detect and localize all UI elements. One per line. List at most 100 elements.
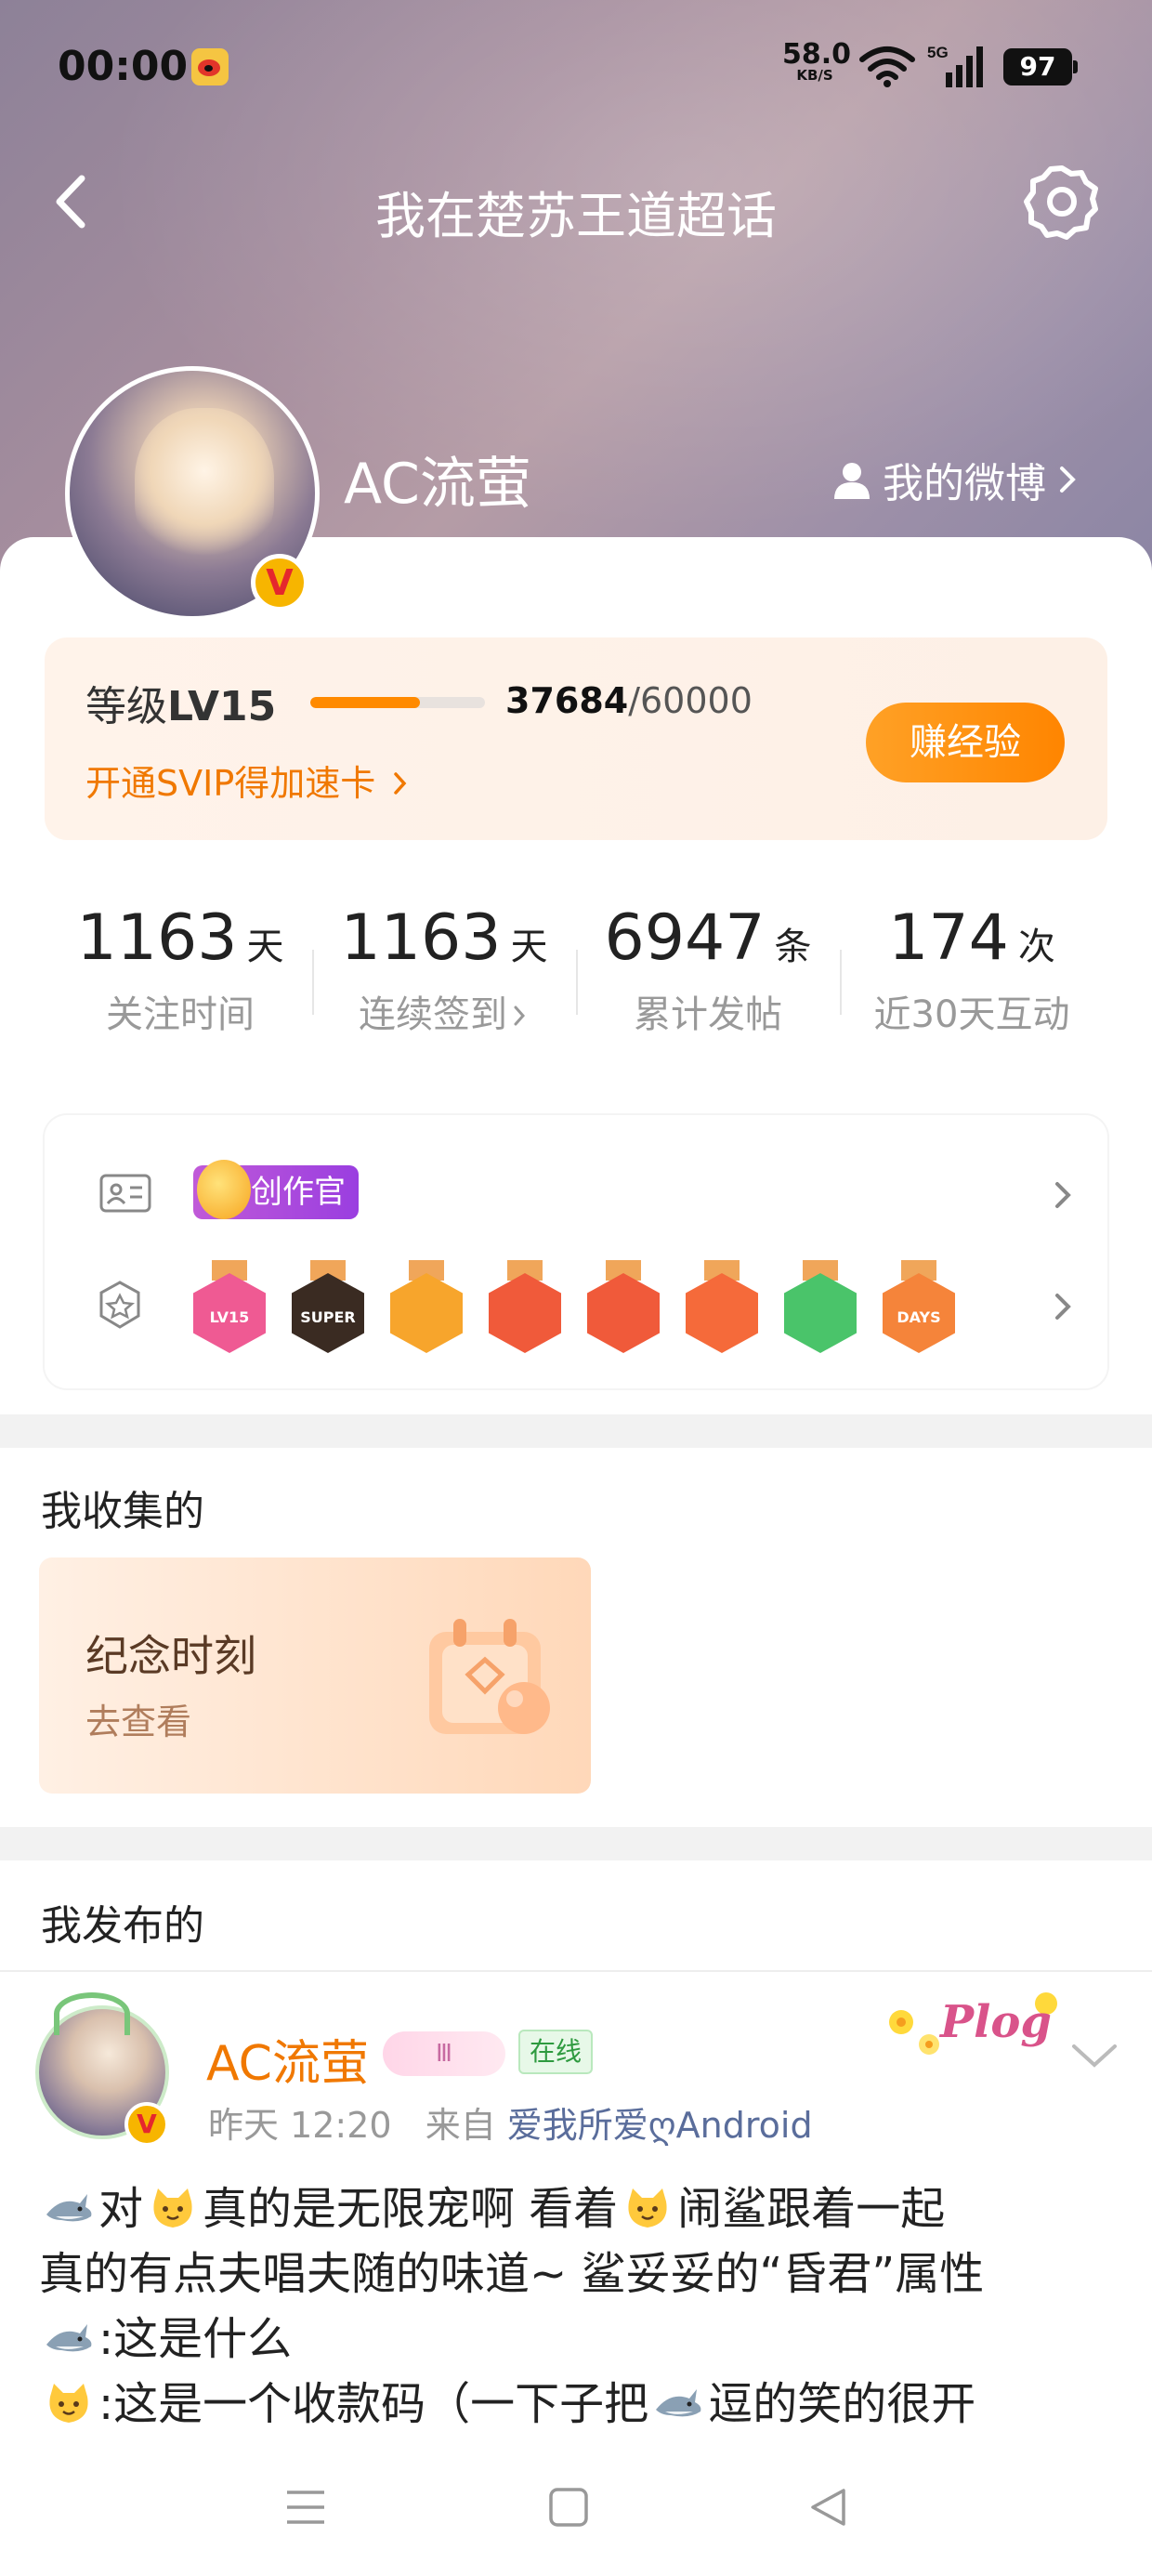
level-panel: 等级LV15 37684/60000 开通SVIP得加速卡 赚经验 [45, 637, 1107, 840]
published-section-title: 我发布的 [41, 1902, 204, 1950]
chevron-right-icon [394, 772, 407, 795]
system-navigation-bar [0, 2450, 1152, 2576]
level-progress-fill [310, 697, 421, 708]
100-days-medal[interactable]: DAYS [883, 1260, 955, 1353]
post-time: 昨天 12:20 [208, 2105, 392, 2146]
stat-value: 174 [888, 901, 1009, 975]
stat-unit: 条 [774, 926, 812, 968]
my-weibo-link[interactable]: 我的微博 [831, 450, 1080, 509]
post-line: :这是什么 [39, 2307, 1117, 2372]
plog-sticker: Plog [889, 1992, 1057, 2055]
collected-section-title: 我收集的 [41, 1488, 204, 1535]
level-value: LV15 [167, 683, 277, 730]
memory-card-title: 纪念时刻 [85, 1631, 256, 1681]
post-body[interactable]: 对 真的是无限宠啊 看着 闹鲨跟着一起真的有点夫唱夫随的味道~ 鲨妥妥的“昏君”属性… [39, 2176, 1117, 2437]
level-experience: 37684/60000 [505, 680, 753, 721]
page-title: 我在楚苏王道超话 [375, 187, 777, 245]
cat-face-medal[interactable] [587, 1260, 660, 1353]
cat-medal[interactable] [489, 1260, 561, 1353]
exp-total: /60000 [628, 680, 753, 721]
wifi-icon [859, 46, 915, 87]
cat-emoji-icon [622, 2184, 674, 2228]
medal-label: DAYS [897, 1308, 941, 1326]
stat-checkin-days[interactable]: 1163 天 连续签到 [312, 901, 576, 1038]
stat-follow-days: 1163 天 关注时间 [48, 901, 312, 1038]
status-time: 00:00 [58, 43, 189, 90]
plog-sticker-text: Plog [938, 1996, 1052, 2048]
network-speed: 58.0 KB/S [782, 41, 851, 84]
stat-value: 6947 [604, 901, 766, 975]
hand-medal[interactable] [784, 1260, 857, 1353]
post-source[interactable]: 爱我所爱ღAndroid [507, 2105, 813, 2146]
badges-panel: 创作官 LV15 SUPER DAYS [45, 1115, 1107, 1388]
stat-label: 关注时间 [106, 993, 255, 1036]
network-type: 5G [927, 44, 949, 61]
crown-medal[interactable] [390, 1260, 463, 1353]
shark-emoji-icon [652, 2379, 704, 2424]
verified-badge: V [251, 554, 308, 611]
medal-icon [99, 1281, 140, 1329]
home-icon[interactable] [548, 2487, 589, 2528]
my-weibo-label: 我的微博 [883, 460, 1046, 507]
online-status-tag: 在线 [518, 2030, 594, 2074]
chevron-down-icon[interactable] [1070, 2041, 1119, 2070]
stat-value: 1163 [76, 901, 238, 975]
settings-gear-icon[interactable] [1020, 160, 1104, 243]
medal-list[interactable]: LV15 SUPER DAYS [193, 1260, 1011, 1362]
chevron-right-icon [1060, 467, 1076, 493]
username: AC流萤 [344, 452, 531, 517]
fox-medal[interactable] [686, 1260, 758, 1353]
stat-unit: 天 [246, 926, 284, 968]
post-text: 对 [98, 2183, 144, 2235]
medal-face [390, 1273, 463, 1353]
back-triangle-icon[interactable] [808, 2487, 847, 2528]
level-progress-bar [310, 697, 485, 708]
cat-emoji-icon [43, 2379, 95, 2424]
memory-moments-card[interactable]: 纪念时刻 去查看 [39, 1557, 591, 1794]
post-text: 逗的笑的很开 [708, 2378, 976, 2430]
post-line: 真的有点夫唱夫随的味道~ 鲨妥妥的“昏君”属性 [39, 2241, 1117, 2307]
memory-card-link: 去查看 [85, 1702, 192, 1742]
chevron-right-icon[interactable] [1050, 1176, 1076, 1214]
medal-label: LV15 [209, 1308, 250, 1326]
chevron-right-icon [514, 1005, 526, 1026]
earn-exp-button[interactable]: 赚经验 [866, 703, 1065, 782]
stat-label: 连续签到 [359, 993, 507, 1036]
stat-label: 近30天互动 [873, 993, 1070, 1036]
id-card-icon [99, 1174, 151, 1213]
svip-promo-link[interactable]: 开通SVIP得加速卡 [85, 755, 411, 806]
post-from-label: 来自 [425, 2105, 496, 2146]
chevron-right-icon[interactable] [1050, 1288, 1076, 1325]
network-speed-unit: KB/S [796, 67, 833, 84]
avatar[interactable]: V [65, 366, 320, 621]
post-text: :这是什么 [98, 2313, 293, 2365]
shark-emoji-icon [43, 2184, 95, 2228]
creator-tag[interactable]: 创作官 [193, 1160, 359, 1219]
post-meta: 昨天 12:20 来自 爱我所爱ღAndroid [208, 2096, 813, 2148]
weibo-notification-icon [191, 48, 229, 85]
stat-unit: 天 [510, 926, 548, 968]
medal-face [686, 1273, 758, 1353]
status-bar: 00:00 58.0 KB/S 5G 97 [0, 0, 1152, 139]
medal-face [784, 1273, 857, 1353]
level-prefix: 等级 [85, 683, 167, 730]
medal-face [489, 1273, 561, 1353]
cat-emoji-icon [147, 2184, 199, 2228]
stats-row: 1163 天 关注时间 1163 天 连续签到 6947 条 累计发帖 174 次 近3… [0, 901, 1152, 1059]
post-author-name[interactable]: AC流萤 [206, 2024, 369, 2094]
super-medal[interactable]: SUPER [292, 1260, 364, 1353]
stat-value: 1163 [340, 901, 502, 975]
stat-label-row: 连续签到 [312, 984, 576, 1038]
lv15-medal[interactable]: LV15 [193, 1260, 266, 1353]
top-nav: 我在楚苏王道超话 [0, 149, 1152, 260]
stat-label: 累计发帖 [634, 993, 782, 1036]
fan-level-badge: Ⅲ [383, 2031, 505, 2076]
divider [0, 1970, 1152, 1972]
shark-emoji-icon [43, 2314, 95, 2359]
user-icon [834, 463, 870, 499]
menu-icon[interactable] [284, 2487, 327, 2528]
post-text: 闹鲨跟着一起 [677, 2183, 946, 2235]
level-label: 等级LV15 [85, 673, 276, 732]
stat-unit: 次 [1017, 926, 1055, 968]
post-text: 真的是无限宠啊 看着 [203, 2183, 619, 2235]
